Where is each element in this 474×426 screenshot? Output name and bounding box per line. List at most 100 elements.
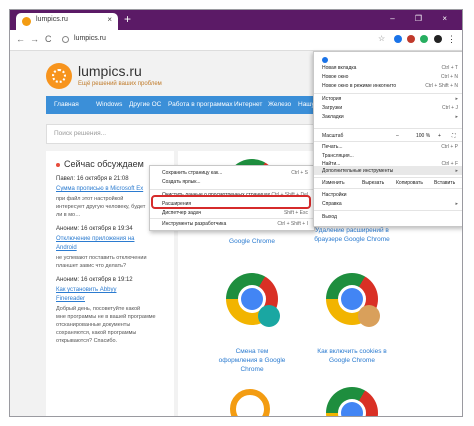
comment-link[interactable]: Сумма прописью в Microsoft Ex (56, 186, 143, 192)
back-button[interactable]: ← (16, 34, 25, 44)
menu-shortcut: Ctrl + T (441, 65, 458, 71)
comment-link[interactable]: Finereader (56, 296, 85, 302)
menu-divider (314, 188, 462, 189)
bookmark-star-icon[interactable]: ☆ (378, 34, 385, 43)
bullet-icon (56, 162, 60, 167)
chrome-logo-icon[interactable] (326, 387, 378, 416)
menu-item-help[interactable]: Справка (322, 201, 342, 207)
article-caption[interactable]: Смена тем (204, 347, 300, 356)
menu-item-incognito[interactable]: Новое окно в режиме инкогнито (322, 83, 396, 89)
submenu-arrow-icon: ▸ (455, 168, 458, 174)
menu-shortcut: Ctrl + S (291, 170, 308, 176)
menu-item-devtools[interactable]: Инструменты разработчика (162, 221, 226, 227)
cut-button[interactable]: Вырезать (362, 180, 384, 186)
comment-text: при файл этот настройкой (56, 196, 124, 202)
menu-item-settings[interactable]: Настройки (322, 192, 347, 198)
menu-item-bookmarks[interactable]: Закладки (322, 114, 344, 120)
comment-text: интересует другую человеку, будет (56, 204, 146, 210)
comment-author: Павел: 16 октября в 21:08 (56, 176, 129, 182)
article-caption[interactable]: Как включить cookies в (304, 347, 400, 356)
zoom-value: 100 % (416, 133, 431, 139)
comment-text: мне программы не в вашей программе (56, 314, 156, 320)
menu-divider (314, 141, 462, 142)
site-logo-icon[interactable] (46, 63, 72, 89)
edit-label: Изменить (322, 180, 345, 186)
comment-link[interactable]: Как установить Abbyy (56, 287, 116, 293)
paste-button[interactable]: Вставить (434, 180, 455, 186)
forward-button[interactable]: → (30, 34, 39, 44)
site-name[interactable]: lumpics.ru (78, 63, 142, 79)
avatar[interactable] (434, 35, 442, 43)
tab-close-icon[interactable]: × (107, 15, 112, 24)
article-caption[interactable]: браузере Google Chrome (304, 235, 400, 244)
comment-link[interactable]: Отключение приложения на (56, 236, 134, 242)
menu-shortcut: Ctrl + P (441, 144, 458, 150)
extension-icon-3[interactable] (420, 35, 428, 43)
menu-item-downloads[interactable]: Загрузки (322, 105, 342, 111)
comment-author: Аноним: 16 октября в 19:12 (56, 277, 133, 283)
new-tab-button[interactable]: + (124, 12, 131, 26)
menu-item-exit[interactable]: Выход (322, 214, 337, 220)
browser-window: lumpics.ru × + – ❐ × ← → C lumpics.ru ☆ … (10, 10, 462, 416)
submenu-arrow-icon: ▸ (455, 201, 458, 207)
menu-divider (314, 128, 462, 129)
menu-item-create-shortcut[interactable]: Создать ярлык... (162, 179, 201, 185)
comment-author: Аноним: 16 октября в 19:34 (56, 226, 133, 232)
extensions-highlight (151, 195, 311, 209)
menu-item-print[interactable]: Печать... (322, 144, 343, 150)
nav-item-other-os[interactable]: Другие ОС (129, 101, 161, 108)
orange-logo-icon[interactable] (230, 389, 270, 416)
article-caption[interactable]: Google Chrome (304, 356, 400, 365)
menu-divider (314, 177, 462, 178)
copy-button[interactable]: Копировать (396, 180, 423, 186)
menu-item-cast[interactable]: Трансляция... (322, 153, 354, 159)
chrome-menu-button[interactable]: ⋮ (447, 34, 456, 45)
site-info-icon[interactable] (62, 36, 69, 43)
nav-item-home[interactable]: Главная (54, 101, 79, 108)
menu-shortcut: Ctrl + Shift + I (277, 221, 308, 227)
extension-icon[interactable] (394, 35, 402, 43)
account-icon[interactable] (322, 57, 328, 63)
menu-divider (150, 189, 314, 190)
menu-item-new-tab[interactable]: Новая вкладка (322, 65, 356, 71)
site-tagline: Ещё решений ваших проблем (78, 81, 162, 87)
nav-item-internet[interactable]: Интернет (234, 101, 262, 108)
nav-item-hardware[interactable]: Железо (268, 101, 291, 108)
menu-divider (314, 93, 462, 94)
fullscreen-icon[interactable]: ⛶ (452, 133, 456, 139)
comment-text: ли в мо… (56, 212, 81, 218)
reload-button[interactable]: C (45, 34, 52, 44)
zoom-in-button[interactable]: + (438, 133, 441, 139)
sidebar-title: Сейчас обсуждаем (56, 159, 144, 169)
extension-icon-2[interactable] (407, 35, 415, 43)
chrome-main-menu: Новая вкладка Ctrl + T Новое окно Ctrl +… (313, 51, 462, 227)
menu-item-task-manager[interactable]: Диспетчер задач (162, 210, 201, 216)
menu-item-new-window[interactable]: Новое окно (322, 74, 348, 80)
zoom-out-button[interactable]: – (396, 133, 399, 139)
submenu-arrow-icon: ▸ (455, 114, 458, 120)
nav-item-windows[interactable]: Windows (96, 101, 122, 108)
menu-shortcut: Ctrl + N (440, 74, 458, 80)
comment-link[interactable]: Android (56, 245, 77, 251)
article-caption[interactable]: оформления в Google (204, 356, 300, 365)
search-placeholder: Поиск решения... (54, 130, 107, 137)
cookie-icon (358, 305, 380, 327)
menu-item-save-page[interactable]: Сохранить страницу как... (162, 170, 222, 176)
browser-toolbar: ← → C lumpics.ru ☆ ⋮ (10, 30, 462, 51)
comment-text: открываются? Спасибо. (56, 338, 118, 344)
menu-item-history[interactable]: История (322, 96, 341, 102)
address-bar[interactable]: lumpics.ru (74, 35, 106, 42)
article-caption[interactable]: Google Chrome (204, 237, 300, 246)
tab-title: lumpics.ru (36, 16, 68, 23)
menu-shortcut: Ctrl + J (442, 105, 458, 111)
tab-lumpics[interactable]: lumpics.ru × (16, 13, 118, 30)
nav-item-programs[interactable]: Работа в программах (168, 101, 233, 108)
palette-icon (258, 305, 280, 327)
submenu-arrow-icon: ▸ (455, 96, 458, 102)
window-controls[interactable]: – ❐ × (390, 14, 456, 23)
tab-bar: lumpics.ru × + – ❐ × (10, 10, 462, 30)
article-caption[interactable]: Удаление расширений в (304, 226, 400, 235)
menu-item-more-tools[interactable]: Дополнительные инструменты (322, 168, 393, 174)
menu-shortcut: Shift + Esc (283, 210, 308, 216)
article-caption[interactable]: Chrome (204, 365, 300, 374)
